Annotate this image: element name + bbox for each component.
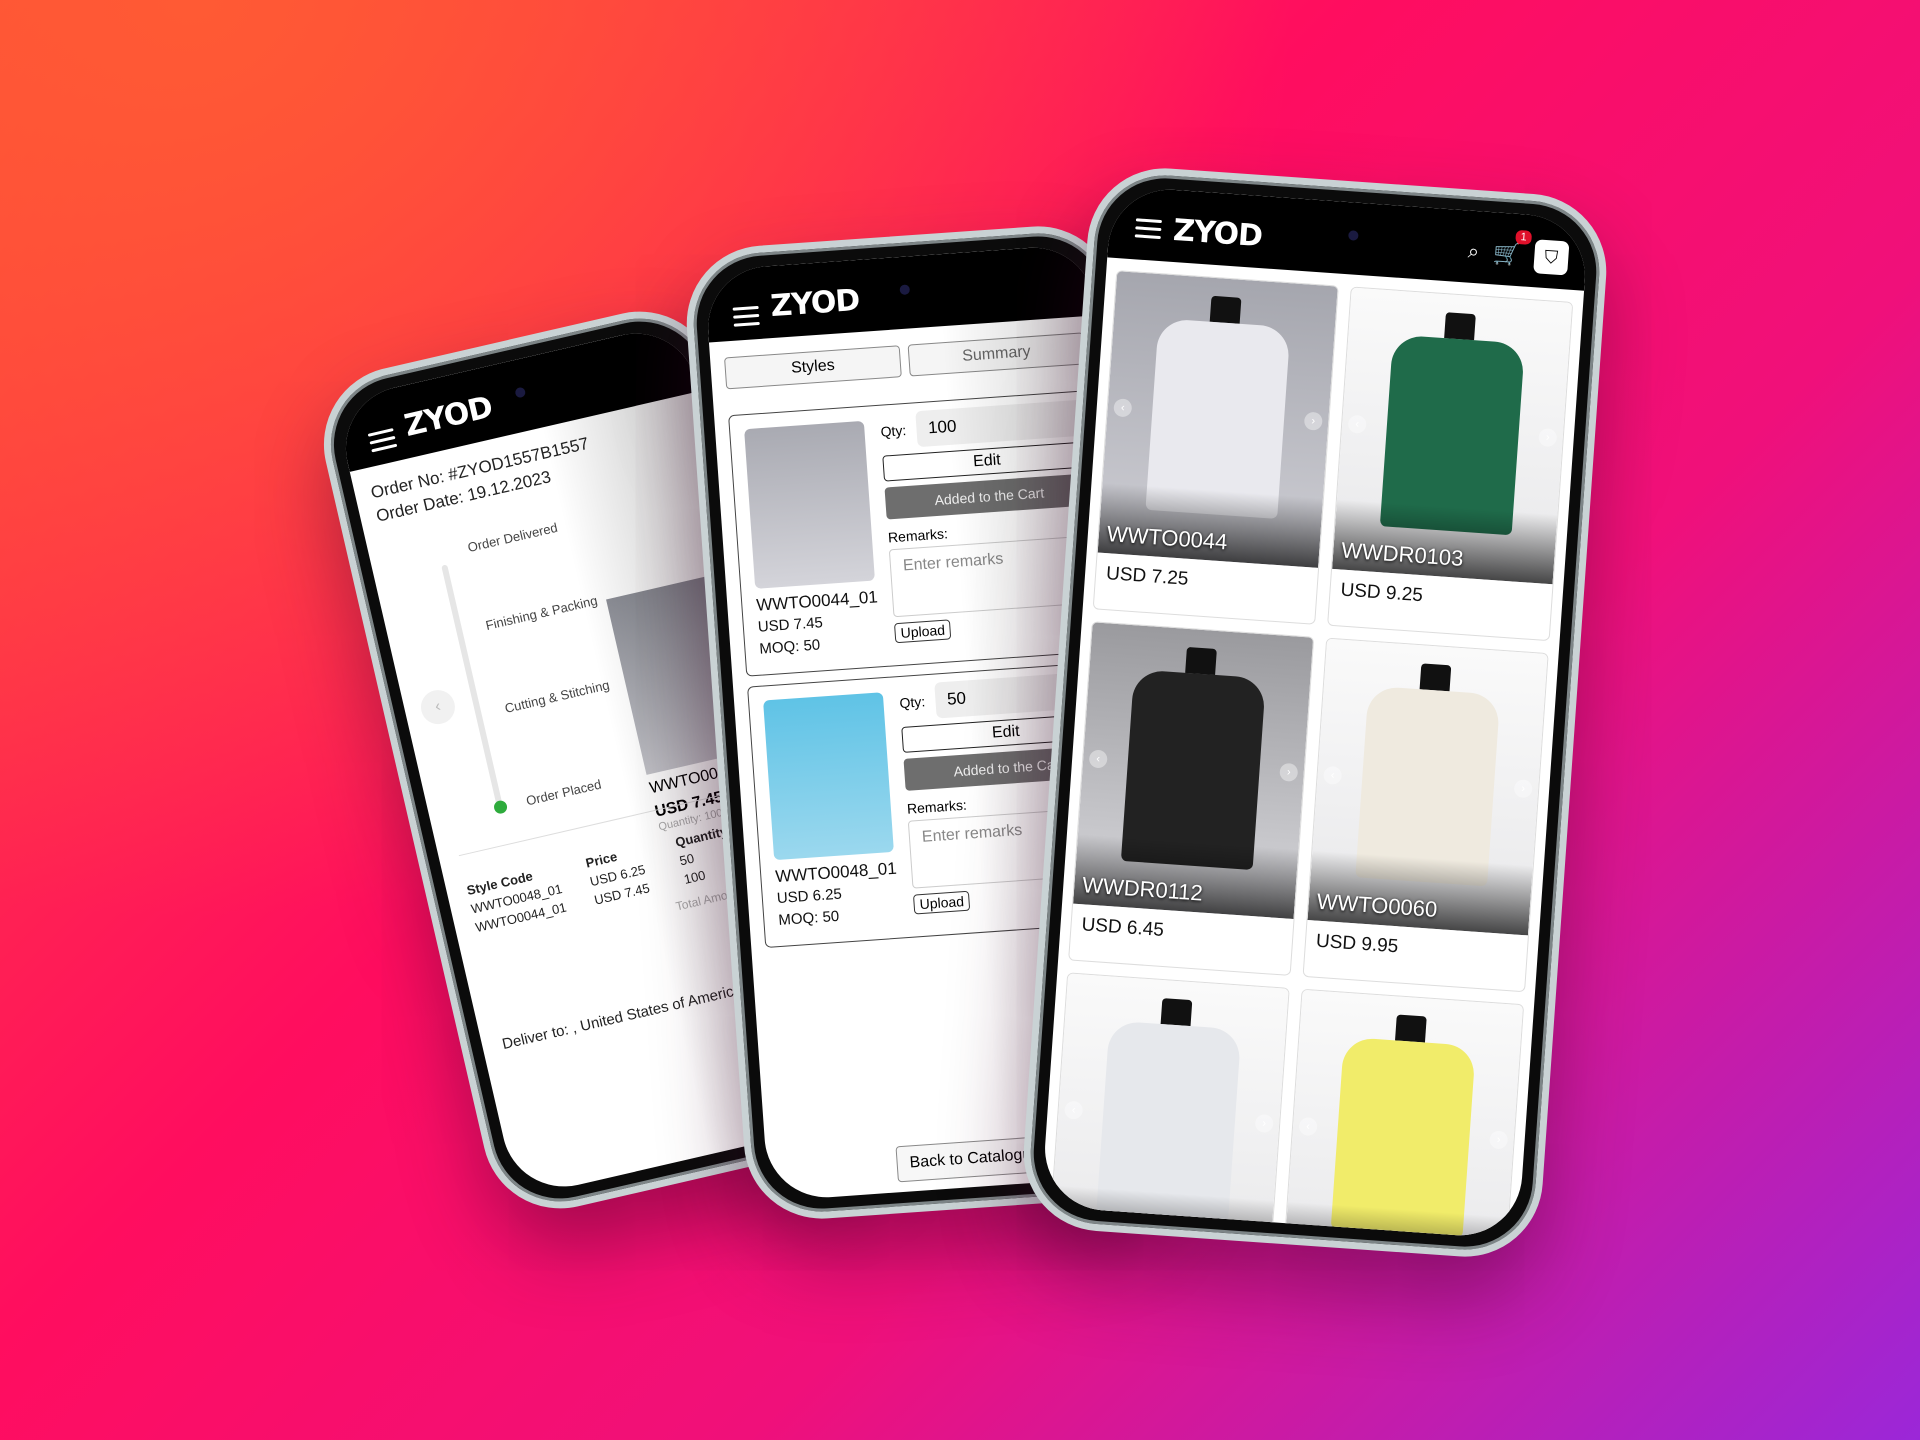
menu-icon[interactable] xyxy=(1134,218,1162,240)
next-image-icon[interactable]: › xyxy=(1513,778,1533,799)
qty-input[interactable]: 100 xyxy=(914,399,1090,448)
cart-item: WWTO0044_01 USD 7.45 MOQ: 50 Qty: 100 Edit … xyxy=(728,390,1106,677)
tab-styles[interactable]: Styles xyxy=(724,345,902,390)
next-image-icon[interactable]: › xyxy=(1489,1130,1509,1150)
search-icon[interactable]: ⌕ xyxy=(1467,240,1480,264)
garment-illustration xyxy=(1144,292,1292,526)
next-image-icon[interactable]: › xyxy=(1279,762,1299,782)
prev-image-icon[interactable]: ‹ xyxy=(1323,765,1343,785)
menu-icon[interactable] xyxy=(367,428,398,453)
cart-count-badge: 1 xyxy=(1515,229,1533,245)
upload-button[interactable]: Upload xyxy=(912,890,971,915)
next-image-icon[interactable]: › xyxy=(1254,1113,1274,1133)
cell: 50 xyxy=(678,850,696,869)
menu-icon[interactable] xyxy=(732,305,760,327)
product-card[interactable]: ‹ › xyxy=(1043,972,1290,1240)
product-card[interactable]: ‹ › WWDR0103 USD 9.25 xyxy=(1327,286,1574,642)
prev-image-icon[interactable]: ‹ xyxy=(1347,414,1367,434)
qty-label: Qty: xyxy=(880,421,907,440)
filter-icon[interactable]: ⛉ xyxy=(1533,239,1570,276)
product-card[interactable]: ‹ › WWTO0060 USD 9.95 xyxy=(1302,637,1549,993)
garment-illustration xyxy=(1379,309,1527,543)
product-image: ‹ › WWTO0044 xyxy=(1097,271,1338,568)
product-image xyxy=(763,692,894,861)
product-card[interactable]: ‹ › xyxy=(1277,988,1525,1240)
added-to-cart-button[interactable]: Added to the Cart xyxy=(884,473,1095,520)
step-cutting: Cutting & Stitching xyxy=(503,677,611,716)
garment-illustration xyxy=(1120,643,1268,877)
catalogue-screen: ZYOD ⌕ 🛒 1 ⛉ ‹ › WWTO0044 USD 7.25 ‹ › WW… xyxy=(1040,185,1590,1240)
product-image: ‹ › WWDR0112 xyxy=(1073,622,1314,920)
product-image xyxy=(744,420,875,589)
product-code: WWTO0044 xyxy=(1106,521,1229,555)
next-image-icon[interactable]: › xyxy=(1303,411,1323,431)
back-arrow-icon[interactable]: ‹ xyxy=(417,686,459,728)
product-image: ‹ › WWDR0103 xyxy=(1332,287,1573,585)
product-code: WWDR0112 xyxy=(1081,872,1204,906)
upload-button[interactable]: Upload xyxy=(893,619,952,644)
garment-illustration xyxy=(1330,1011,1478,1240)
tab-summary[interactable]: Summary xyxy=(907,332,1086,377)
phone-catalogue: ZYOD ⌕ 🛒 1 ⛉ ‹ › WWTO0044 USD 7.25 ‹ › WW… xyxy=(1018,163,1612,1262)
product-code: WWTO0060 xyxy=(1315,888,1439,922)
step-order-placed: Order Placed xyxy=(524,776,603,809)
cell: 100 xyxy=(682,867,707,887)
qty-label: Qty: xyxy=(899,693,926,712)
tracker-line xyxy=(441,564,504,810)
product-image: ‹ › xyxy=(1282,989,1524,1240)
garment-illustration xyxy=(1354,660,1502,894)
prev-image-icon[interactable]: ‹ xyxy=(1298,1116,1318,1137)
prev-image-icon[interactable]: ‹ xyxy=(1088,749,1108,769)
logo: ZYOD xyxy=(1172,212,1264,255)
product-card[interactable]: ‹ › WWDR0112 USD 6.45 xyxy=(1068,621,1315,976)
step-order-delivered: Order Delivered xyxy=(466,519,559,556)
product-code: WWDR0103 xyxy=(1340,537,1465,571)
current-step-dot xyxy=(492,799,509,815)
step-finishing: Finishing & Packing xyxy=(484,592,599,634)
prev-image-icon[interactable]: ‹ xyxy=(1113,398,1133,418)
logo: ZYOD xyxy=(401,389,496,444)
product-card[interactable]: ‹ › WWTO0044 USD 7.25 xyxy=(1092,270,1339,625)
product-image: ‹ › xyxy=(1048,973,1289,1240)
next-image-icon[interactable]: › xyxy=(1538,427,1558,448)
prev-image-icon[interactable]: ‹ xyxy=(1064,1100,1084,1120)
garment-illustration xyxy=(1095,994,1243,1228)
product-image: ‹ › WWTO0060 xyxy=(1307,638,1548,936)
cart-icon[interactable]: 🛒 1 xyxy=(1492,229,1533,268)
product-grid: ‹ › WWTO0044 USD 7.25 ‹ › WWDR0103 USD 9… xyxy=(1041,257,1584,1240)
logo: ZYOD xyxy=(769,282,861,325)
